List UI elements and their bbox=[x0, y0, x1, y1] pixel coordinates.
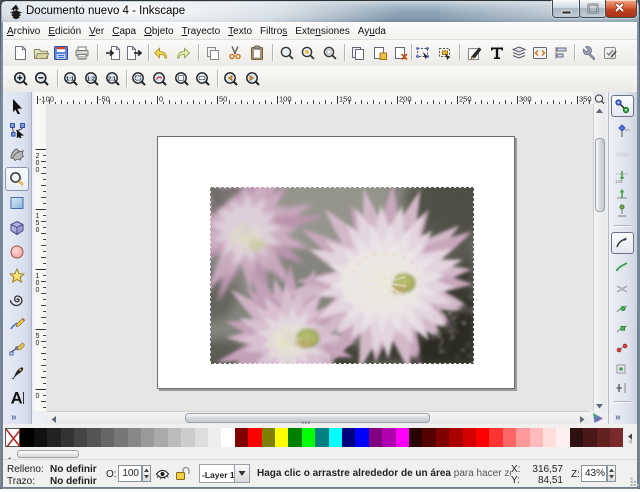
svg-text:-100: -100 bbox=[39, 95, 54, 104]
svg-text:1:2: 1:2 bbox=[87, 76, 95, 82]
svg-text:0: 0 bbox=[36, 287, 40, 294]
svg-text:abc: abc bbox=[625, 127, 630, 132]
svg-text:123: 123 bbox=[615, 179, 623, 184]
svg-text:0: 0 bbox=[36, 280, 40, 287]
svg-text:0: 0 bbox=[36, 340, 40, 347]
svg-text:0: 0 bbox=[36, 167, 40, 174]
svg-text:1: 1 bbox=[36, 213, 40, 220]
svg-text:2: 2 bbox=[36, 153, 40, 160]
svg-text:5: 5 bbox=[36, 220, 40, 227]
svg-text:-50: -50 bbox=[99, 95, 110, 104]
svg-text:2:1: 2:1 bbox=[108, 76, 116, 82]
svg-text:1:1: 1:1 bbox=[66, 76, 74, 82]
svg-text:0: 0 bbox=[36, 393, 40, 400]
svg-text:5: 5 bbox=[36, 333, 40, 340]
svg-text:0: 0 bbox=[36, 227, 40, 234]
svg-text:0: 0 bbox=[36, 160, 40, 167]
svg-text:0: 0 bbox=[159, 95, 163, 104]
svg-text:####: #### bbox=[616, 152, 630, 159]
svg-text:1: 1 bbox=[36, 273, 40, 280]
